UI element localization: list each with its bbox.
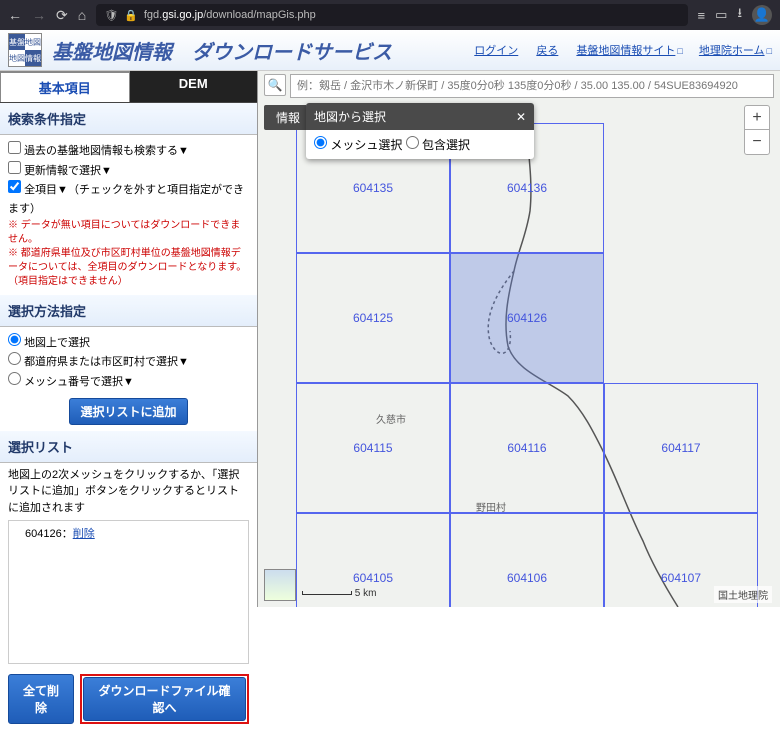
list-hint: 地図上の2次メッシュをクリックするか、「選択リストに追加」ボタンをクリックすると… [8,467,249,517]
shield-icon: 🛡 [104,9,118,22]
minimap[interactable] [264,569,296,601]
opt-pref[interactable]: 都道府県または市区町村で選択▼ [8,352,249,372]
opt-past[interactable]: 過去の基盤地図情報も検索する▼ [8,141,249,161]
mesh-cell-604126[interactable]: 604126 [450,253,604,383]
profile-icon[interactable]: 👤 [752,5,772,25]
info-badge[interactable]: 情報 [264,105,312,130]
header-links: ログイン 戻る 基盤地図情報サイト□ 地理院ホーム□ [472,42,772,58]
mesh-cell-604106[interactable]: 604106 [450,513,604,607]
list-head: 選択リスト [0,431,257,463]
delete-item-link[interactable]: 削除 [73,528,95,540]
search-cond-body: 過去の基盤地図情報も検索する▼ 更新情報で選択▼ 全項目▼（チェックを外すと項目… [0,135,257,295]
list-area: 地図上の2次メッシュをクリックするか、「選択リストに追加」ボタンをクリックすると… [0,463,257,669]
download-icon[interactable]: ⭳ [737,4,742,26]
method-head: 選択方法指定 [0,295,257,327]
bottom-bar: 全て削除 ダウンロードファイル確認へ [0,668,257,730]
tabs: 基本項目 DEM [0,71,257,103]
url-bar[interactable]: 🛡 🔒 fgd.gsi.go.jp/download/mapGis.php [96,4,687,26]
logo: 基盤地図地図情報 [8,33,42,67]
close-icon[interactable]: ✕ [516,110,526,124]
map-search-input[interactable] [290,74,774,98]
scale-bar: 5 km [302,588,376,599]
popup-mesh-option[interactable]: メッシュ選択 [314,138,402,152]
back-icon[interactable]: ← [8,7,22,23]
method-body: 地図上で選択 都道府県または市区町村で選択▼ メッシュ番号で選択▼ 選択リストに… [0,327,257,431]
zoom-in-button[interactable]: + [745,106,769,130]
library-icon[interactable]: ▭ [715,7,727,23]
mesh-cell-604115[interactable]: 604115 [296,383,450,513]
forward-icon: → [32,7,46,23]
tab-basic[interactable]: 基本項目 [0,71,130,102]
page-header: 基盤地図地図情報 基盤地図情報 ダウンロードサービス ログイン 戻る 基盤地図情… [0,30,780,71]
map[interactable]: 🔍 情報 地図から選択 ✕ メッシュ選択 包含選択 + − 6041356041… [258,71,780,607]
confirm-download-button[interactable]: ダウンロードファイル確認へ [83,677,246,721]
zoom-out-button[interactable]: − [745,130,769,154]
mesh-cell-604116[interactable]: 604116 [450,383,604,513]
browser-chrome: ← → ⟳ ⌂ 🛡 🔒 fgd.gsi.go.jp/download/mapGi… [0,0,780,30]
mesh-cell-604125[interactable]: 604125 [296,253,450,383]
place-noda: 野田村 [476,499,506,514]
note-2: ※ 都道府県単位及び市区町村単位の基盤地図情報データについては、全項目のダウンロ… [8,247,249,289]
map-select-popup: 地図から選択 ✕ メッシュ選択 包含選択 [306,103,534,159]
opt-all[interactable]: 全項目▼（チェックを外すと項目指定ができます） [8,180,249,218]
lock-icon: 🔒 [124,9,138,22]
delete-all-button[interactable]: 全て削除 [8,674,74,724]
mesh-cell-604117[interactable]: 604117 [604,383,758,513]
bookmark-list-icon[interactable]: ≡ [698,8,706,23]
zoom-control: + − [744,105,770,155]
page-title: 基盤地図情報 ダウンロードサービス [52,36,392,65]
popup-contain-option[interactable]: 包含選択 [406,138,470,152]
attribution: 国土地理院 [714,586,772,603]
opt-map[interactable]: 地図上で選択 [8,333,249,353]
search-cond-head: 検索条件指定 [0,103,257,135]
note-1: ※ データが無い項目についてはダウンロードできません。 [8,219,249,247]
opt-update[interactable]: 更新情報で選択▼ [8,161,249,181]
popup-title: 地図から選択 [314,108,386,125]
reload-icon[interactable]: ⟳ [56,7,68,24]
search-icon[interactable]: 🔍 [264,74,286,96]
list-item: 604126：削除 [13,525,244,544]
tab-dem[interactable]: DEM [130,71,258,102]
login-link[interactable]: ログイン [474,45,518,57]
gsi-home-link[interactable]: 地理院ホーム [699,45,765,57]
site-link[interactable]: 基盤地図情報サイト [576,45,675,57]
add-to-list-button[interactable]: 選択リストに追加 [69,398,187,425]
home-icon[interactable]: ⌂ [78,7,86,23]
sidebar: 基本項目 DEM 検索条件指定 過去の基盤地図情報も検索する▼ 更新情報で選択▼… [0,71,258,607]
place-kuji: 久慈市 [376,411,406,426]
back-link[interactable]: 戻る [536,45,558,57]
opt-mesh[interactable]: メッシュ番号で選択▼ [8,372,249,392]
list-box: 604126：削除 [8,520,249,664]
